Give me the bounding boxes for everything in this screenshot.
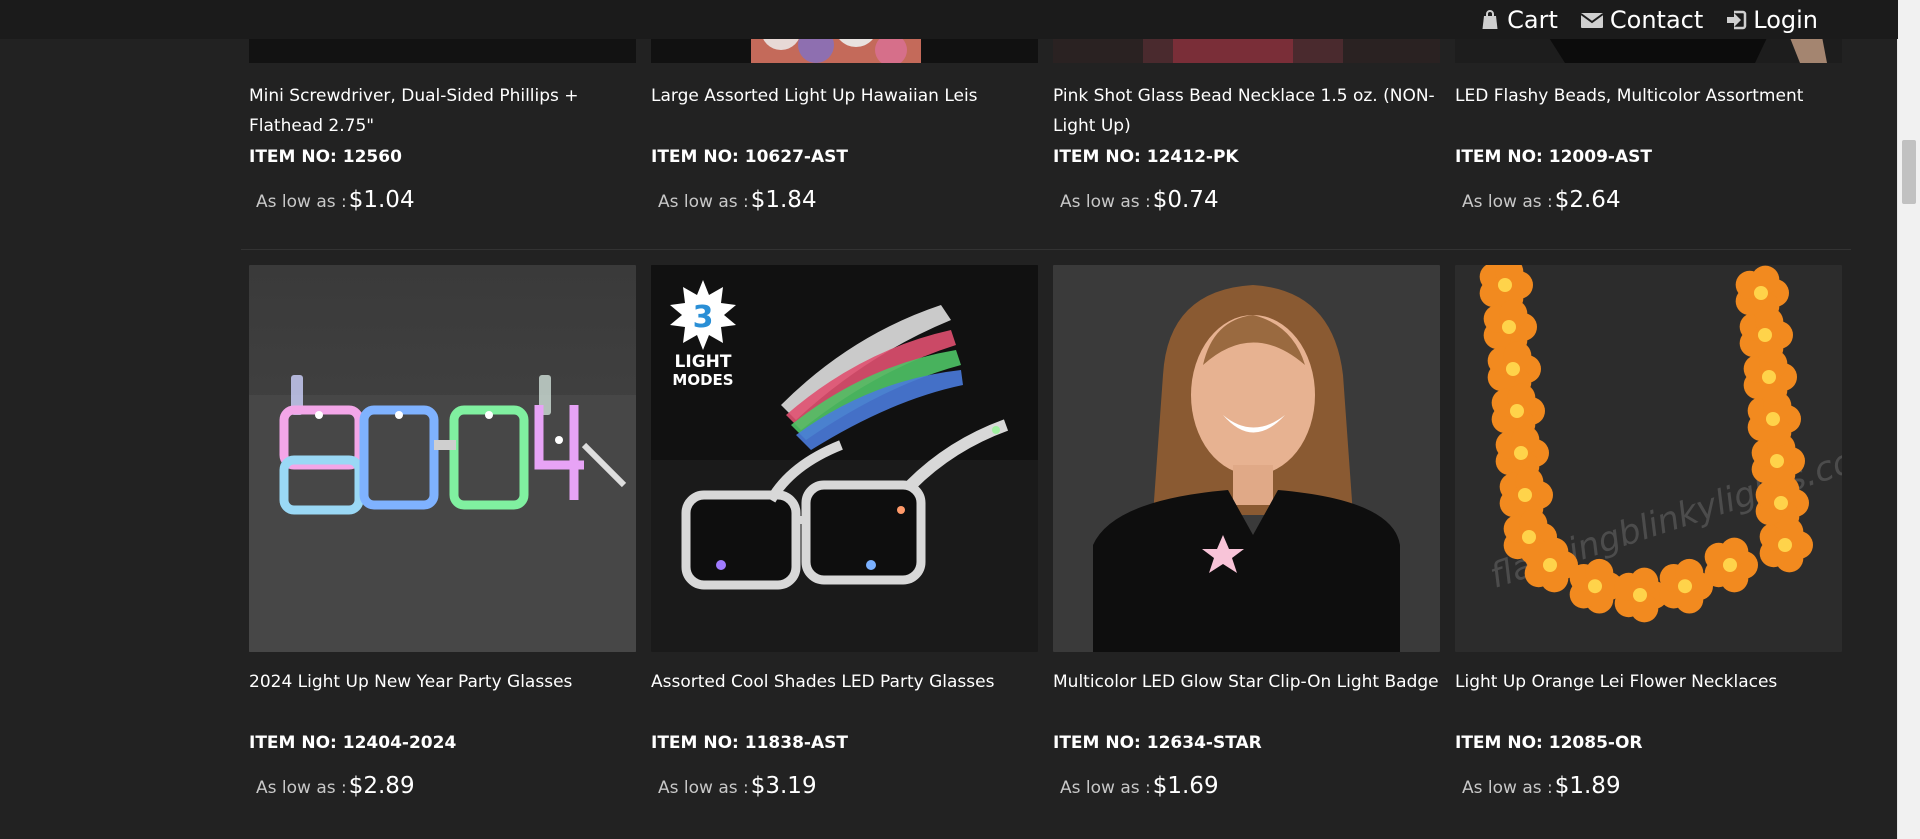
sign-in-icon: [1727, 10, 1747, 30]
badge-number: 3: [693, 300, 714, 335]
product-name[interactable]: 2024 Light Up New Year Party Glasses: [249, 667, 636, 727]
product-image[interactable]: [249, 265, 636, 652]
product-item-number: ITEM NO: 10627-AST: [651, 147, 848, 167]
vertical-scrollbar[interactable]: [1897, 0, 1920, 839]
price-label: As low as :: [1462, 778, 1553, 798]
product-name[interactable]: Light Up Orange Lei Flower Necklaces: [1455, 667, 1842, 727]
product-image[interactable]: 3 LIGHT MODES: [651, 265, 1038, 652]
price-value: $1.84: [750, 187, 817, 213]
login-link[interactable]: Login: [1725, 6, 1818, 34]
product-price: As low as : $1.84: [651, 187, 1038, 213]
product-price: As low as : $2.64: [1455, 187, 1842, 213]
product-name[interactable]: Mini Screwdriver, Dual-Sided Phillips + …: [249, 81, 636, 141]
product-price: As low as : $1.89: [1455, 773, 1842, 799]
price-label: As low as :: [256, 778, 347, 798]
product-item-number: ITEM NO: 12412-PK: [1053, 147, 1239, 167]
product-listing-page: Cart Contact Login Mini Screwdriver, Dua…: [0, 0, 1920, 839]
nav-links: Cart Contact Login: [1479, 4, 1818, 36]
product-item-number: ITEM NO: 12009-AST: [1455, 147, 1652, 167]
envelope-icon: [1580, 13, 1604, 28]
product-image[interactable]: flashingblinkylights.com: [1455, 265, 1842, 652]
product-price: As low as : $2.89: [249, 773, 636, 799]
product-name[interactable]: Assorted Cool Shades LED Party Glasses: [651, 667, 1038, 727]
product-item-number: ITEM NO: 12404-2024: [249, 733, 457, 753]
top-nav-bar: Cart Contact Login: [0, 0, 1898, 39]
price-value: $2.89: [348, 773, 415, 799]
shopping-bag-icon: [1482, 10, 1498, 29]
price-label: As low as :: [1060, 778, 1151, 798]
product-card[interactable]: 3 LIGHT MODES Assorted Cool Shades LED P…: [651, 265, 1038, 799]
price-label: As low as :: [1060, 192, 1151, 212]
cart-link[interactable]: Cart: [1479, 6, 1558, 34]
product-item-number: ITEM NO: 11838-AST: [651, 733, 848, 753]
scrollbar-thumb[interactable]: [1902, 140, 1916, 204]
price-value: $1.69: [1152, 773, 1219, 799]
cart-label: Cart: [1507, 6, 1558, 34]
product-card[interactable]: Multicolor LED Glow Star Clip-On Light B…: [1053, 265, 1440, 799]
contact-link[interactable]: Contact: [1580, 6, 1703, 34]
product-item-number: ITEM NO: 12634-STAR: [1053, 733, 1262, 753]
contact-label: Contact: [1609, 6, 1704, 34]
price-value: $1.04: [348, 187, 415, 213]
product-price: As low as : $3.19: [651, 773, 1038, 799]
product-price: As low as : $0.74: [1053, 187, 1440, 213]
product-name[interactable]: Large Assorted Light Up Hawaiian Leis: [651, 81, 1038, 141]
product-name[interactable]: Pink Shot Glass Bead Necklace 1.5 oz. (N…: [1053, 81, 1440, 141]
product-card[interactable]: 2024 Light Up New Year Party Glasses ITE…: [249, 265, 636, 799]
row-divider: [241, 249, 1851, 250]
price-label: As low as :: [1462, 192, 1553, 212]
price-label: As low as :: [256, 192, 347, 212]
price-value: $0.74: [1152, 187, 1219, 213]
product-row-2: 2024 Light Up New Year Party Glasses ITE…: [249, 265, 1842, 799]
price-label: As low as :: [658, 778, 749, 798]
product-image[interactable]: [1053, 265, 1440, 652]
product-item-number: ITEM NO: 12560: [249, 147, 402, 167]
product-item-number: ITEM NO: 12085-OR: [1455, 733, 1643, 753]
product-card[interactable]: flashingblinkylights.com Light Up Orange…: [1455, 265, 1842, 799]
badge-text-line2: MODES: [672, 371, 733, 389]
price-value: $1.89: [1554, 773, 1621, 799]
product-price: As low as : $1.69: [1053, 773, 1440, 799]
price-label: As low as :: [658, 192, 749, 212]
price-value: $2.64: [1554, 187, 1621, 213]
product-name[interactable]: Multicolor LED Glow Star Clip-On Light B…: [1053, 667, 1440, 727]
badge-text-line1: LIGHT: [675, 352, 732, 372]
product-name[interactable]: LED Flashy Beads, Multicolor Assortment: [1455, 81, 1842, 141]
product-price: As low as : $1.04: [249, 187, 636, 213]
login-label: Login: [1753, 6, 1818, 34]
price-value: $3.19: [750, 773, 817, 799]
